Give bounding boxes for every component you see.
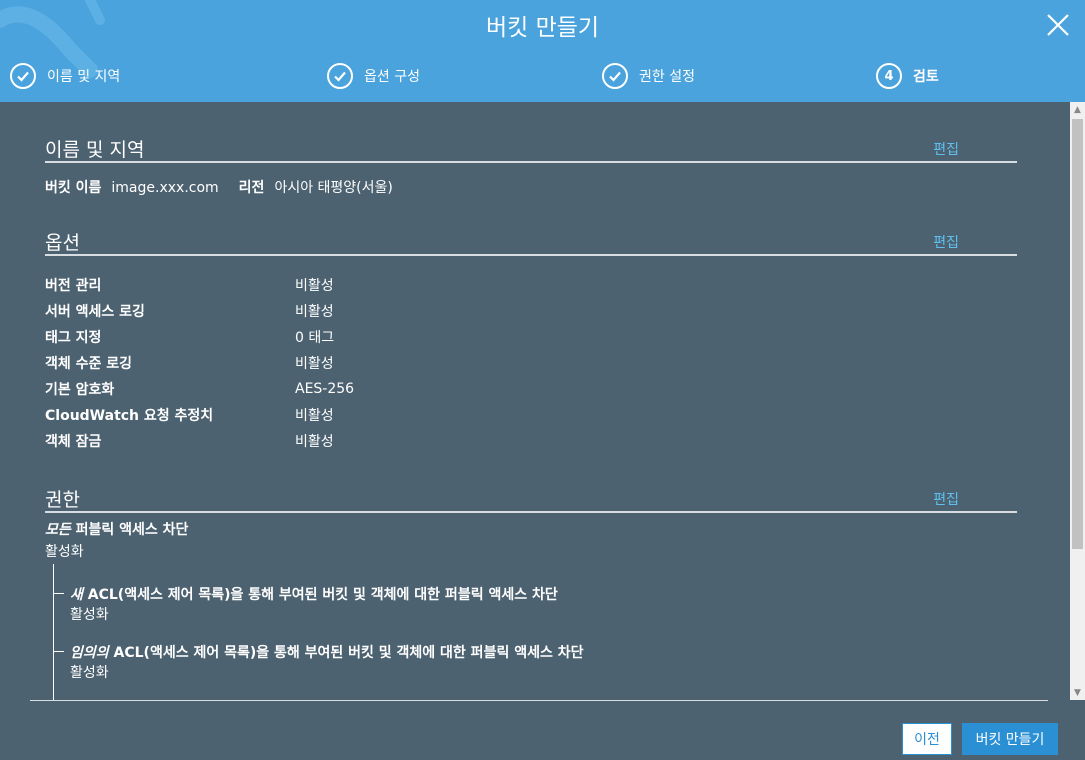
check-circle-icon bbox=[10, 63, 36, 89]
permission-tree: 새 ACL(액세스 제어 목록)을 통해 부여된 버킷 및 객체에 대한 퍼블릭… bbox=[53, 564, 1017, 700]
step-name-region[interactable]: 이름 및 지역 bbox=[10, 60, 120, 92]
wizard-title: 버킷 만들기 bbox=[485, 15, 600, 41]
edit-name-region-link[interactable]: 편집 bbox=[933, 139, 959, 159]
edit-permissions-link[interactable]: 편집 bbox=[933, 489, 959, 509]
section-header: 권한 편집 bbox=[45, 485, 1017, 513]
vertical-scrollbar[interactable]: ▲ ▼ bbox=[1070, 102, 1085, 700]
permission-item: 새 ACL(액세스 제어 목록)을 통해 부여된 버킷 및 객체에 대한 퍼블릭… bbox=[54, 564, 1017, 624]
scroll-down-icon[interactable]: ▼ bbox=[1070, 685, 1085, 700]
option-row-object-logging: 객체 수준 로깅 비활성 bbox=[45, 356, 334, 372]
block-all-public-access-value: 활성화 bbox=[45, 544, 84, 560]
permission-item: 임의의 ACL(액세스 제어 목록)을 통해 부여된 버킷 및 객체에 대한 퍼… bbox=[54, 624, 1017, 682]
option-row-object-lock: 객체 잠금 비활성 bbox=[45, 434, 334, 450]
options-list: 버전 관리 비활성 서버 액세스 로깅 비활성 태그 지정 0 태그 객체 수준 로깅… bbox=[45, 272, 1017, 454]
option-row-encryption: 기본 암호화 AES-256 bbox=[45, 381, 355, 398]
section-name-region: 이름 및 지역 편집 버킷 이름 image.xxx.com 리전 아시아 태평… bbox=[45, 135, 1017, 197]
create-bucket-button[interactable]: 버킷 만들기 bbox=[962, 723, 1058, 755]
section-header: 옵션 편집 bbox=[45, 228, 1017, 256]
option-row-cloudwatch: CloudWatch 요청 추정치 비활성 bbox=[45, 408, 334, 424]
scroll-up-icon[interactable]: ▲ bbox=[1070, 102, 1085, 117]
section-title: 권한 bbox=[45, 489, 80, 511]
step-options[interactable]: 옵션 구성 bbox=[327, 60, 420, 92]
permission-item-value: 활성화 bbox=[70, 665, 109, 681]
check-circle-icon bbox=[602, 63, 628, 89]
permission-item-label: 임의의 ACL(액세스 제어 목록)을 통해 부여된 버킷 및 객체에 대한 퍼… bbox=[70, 645, 584, 661]
region-value: 아시아 태평양(서울) bbox=[274, 180, 393, 196]
scrollbar-thumb[interactable] bbox=[1072, 119, 1083, 549]
option-row-access-logging: 서버 액세스 로깅 비활성 bbox=[45, 304, 334, 320]
wizard-header: 버킷 만들기 이름 및 지역 옵션 구성 권한 설정 4 검토 bbox=[0, 0, 1085, 102]
review-content[interactable]: 이름 및 지역 편집 버킷 이름 image.xxx.com 리전 아시아 태평… bbox=[0, 102, 1070, 700]
check-circle-icon bbox=[327, 63, 353, 89]
step-label: 권한 설정 bbox=[639, 69, 695, 85]
bucket-name-label: 버킷 이름 bbox=[45, 180, 102, 196]
wizard-footer: 이전 버킷 만들기 bbox=[0, 701, 1085, 760]
bucket-name-value: image.xxx.com bbox=[111, 180, 219, 196]
name-region-values: 버킷 이름 image.xxx.com 리전 아시아 태평양(서울) bbox=[45, 177, 1017, 197]
option-row-tags: 태그 지정 0 태그 bbox=[45, 330, 335, 346]
close-icon[interactable] bbox=[1045, 12, 1071, 38]
permission-item-label: 새 ACL(액세스 제어 목록)을 통해 부여된 버킷 및 객체에 대한 퍼블릭… bbox=[70, 587, 558, 603]
option-row-versioning: 버전 관리 비활성 bbox=[45, 278, 334, 294]
region-label: 리전 bbox=[238, 180, 265, 196]
section-title: 옵션 bbox=[45, 232, 80, 254]
step-label: 옵션 구성 bbox=[364, 69, 420, 85]
section-header: 이름 및 지역 편집 bbox=[45, 135, 1017, 163]
step-review[interactable]: 4 검토 bbox=[876, 60, 939, 92]
permission-item-value: 활성화 bbox=[70, 607, 109, 623]
section-options: 옵션 편집 버전 관리 비활성 서버 액세스 로깅 비활성 태그 지정 0 태그 객체… bbox=[45, 228, 1017, 454]
wizard-steps: 이름 및 지역 옵션 구성 권한 설정 4 검토 bbox=[0, 60, 1085, 92]
edit-options-link[interactable]: 편집 bbox=[933, 232, 959, 252]
step-label: 이름 및 지역 bbox=[47, 69, 121, 85]
block-all-public-access-label: 모든 퍼블릭 액세스 차단 bbox=[45, 522, 189, 538]
previous-button[interactable]: 이전 bbox=[902, 723, 952, 755]
step-number-badge: 4 bbox=[876, 63, 902, 89]
step-permissions[interactable]: 권한 설정 bbox=[602, 60, 695, 92]
step-label: 검토 bbox=[913, 69, 939, 85]
section-title: 이름 및 지역 bbox=[45, 139, 145, 161]
section-permissions: 권한 편집 모든 퍼블릭 액세스 차단 활성화 새 ACL(액세스 제어 목록)… bbox=[45, 485, 1017, 700]
